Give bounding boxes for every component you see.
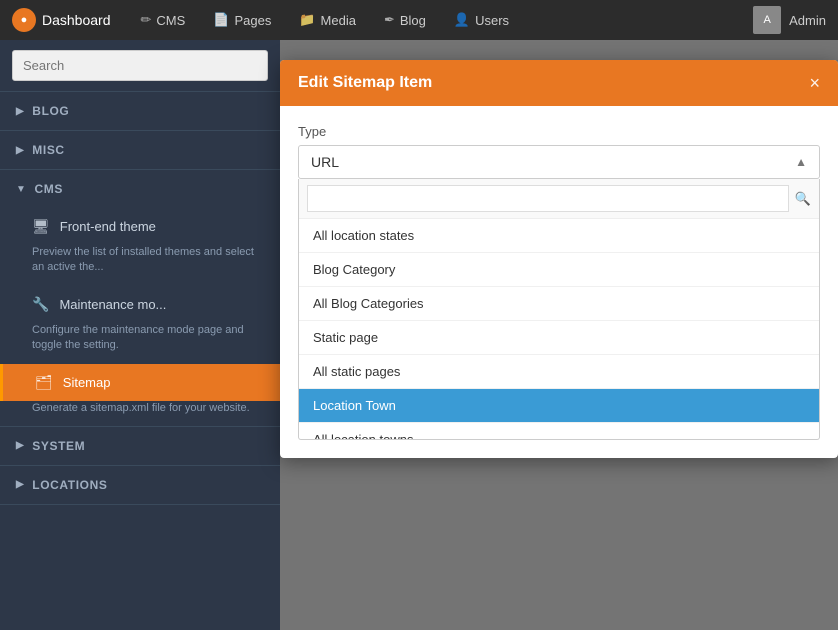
search-icon: 🔍 [795, 191, 811, 207]
dropdown-item-all-static-pages[interactable]: All static pages [299, 355, 819, 389]
sidebar-section-locations-header[interactable]: ▶ LOCATIONS [0, 466, 280, 504]
sidebar-item-sitemap-desc: Generate a sitemap.xml file for your web… [0, 401, 280, 426]
pages-icon: 📄 [213, 12, 229, 28]
nav-admin[interactable]: A Admin [753, 6, 826, 34]
chevron-right-icon: ▶ [16, 106, 24, 117]
sidebar-section-system-label: SYSTEM [32, 439, 85, 453]
dropdown-search-input[interactable] [307, 185, 789, 212]
nav-item-blog-label: Blog [400, 13, 426, 28]
nav-item-media-label: Media [321, 13, 356, 28]
type-select-value: URL [311, 154, 339, 170]
edit-sitemap-modal: Edit Sitemap Item × Type URL ▲ [280, 60, 838, 458]
media-icon: 📁 [299, 12, 315, 28]
sitemap-icon: 🗂 [35, 374, 53, 391]
sidebar-section-misc: ▶ MISC [0, 131, 280, 170]
sidebar-item-frontend-theme-desc: Preview the list of installed themes and… [0, 245, 280, 286]
search-input[interactable] [12, 50, 268, 81]
brand-label: Dashboard [42, 12, 111, 28]
dropdown-item-all-location-towns[interactable]: All location towns [299, 423, 819, 439]
dropdown-search-wrap: 🔍 [299, 179, 819, 219]
sidebar-item-sitemap-label: Sitemap [63, 375, 111, 390]
nav-item-pages-label: Pages [234, 13, 271, 28]
dropdown-item-all-blog-categories[interactable]: All Blog Categories [299, 287, 819, 321]
sidebar-section-locations: ▶ LOCATIONS [0, 466, 280, 505]
sidebar-item-sitemap[interactable]: 🗂 Sitemap [0, 364, 280, 401]
nav-item-users[interactable]: 👤 Users [440, 0, 523, 40]
modal-overlay: Edit Sitemap Item × Type URL ▲ [280, 40, 838, 630]
chevron-right-icon-locations: ▶ [16, 479, 24, 490]
type-dropdown: 🔍 All location states Blog Category All … [298, 179, 820, 440]
sidebar-section-system-header[interactable]: ▶ SYSTEM [0, 427, 280, 465]
sidebar-section-cms-label: CMS [35, 182, 63, 196]
type-label: Type [298, 124, 820, 139]
sidebar-section-misc-header[interactable]: ▶ MISC [0, 131, 280, 169]
sidebar-item-maintenance-label: Maintenance mo... [59, 297, 166, 312]
main-content: Edit Sitemap Item × Type URL ▲ [280, 40, 838, 630]
top-navbar: ● Dashboard ✏ CMS 📄 Pages 📁 Media ✒ Blog… [0, 0, 838, 40]
sidebar: ▶ BLOG ▶ MISC ▼ CMS 🖥 Front-end theme Pr… [0, 40, 280, 630]
dropdown-item-blog-category[interactable]: Blog Category [299, 253, 819, 287]
sidebar-section-system: ▶ SYSTEM [0, 427, 280, 466]
frontend-theme-icon: 🖥 [32, 218, 50, 235]
select-chevron-up-icon: ▲ [795, 155, 807, 169]
dropdown-item-location-town[interactable]: Location Town [299, 389, 819, 423]
sidebar-item-frontend-theme[interactable]: 🖥 Front-end theme [0, 208, 280, 245]
modal-close-button[interactable]: × [809, 74, 820, 92]
cms-icon: ✏ [141, 12, 152, 28]
blog-icon: ✒ [384, 12, 395, 28]
nav-item-media[interactable]: 📁 Media [285, 0, 370, 40]
sidebar-section-blog-label: BLOG [32, 104, 69, 118]
nav-item-cms[interactable]: ✏ CMS [127, 0, 200, 40]
sidebar-section-blog-header[interactable]: ▶ BLOG [0, 92, 280, 130]
chevron-right-icon-system: ▶ [16, 440, 24, 451]
admin-label: Admin [789, 13, 826, 28]
maintenance-icon: 🔧 [32, 296, 49, 313]
dropdown-item-static-page[interactable]: Static page [299, 321, 819, 355]
dropdown-list: All location states Blog Category All Bl… [299, 219, 819, 439]
admin-avatar: A [753, 6, 781, 34]
chevron-down-icon-cms: ▼ [16, 184, 27, 195]
modal-title: Edit Sitemap Item [298, 74, 432, 92]
nav-items: ✏ CMS 📄 Pages 📁 Media ✒ Blog 👤 Users [127, 0, 754, 40]
type-select[interactable]: URL ▲ [298, 145, 820, 179]
nav-item-pages[interactable]: 📄 Pages [199, 0, 285, 40]
nav-item-cms-label: CMS [156, 13, 185, 28]
nav-item-users-label: Users [475, 13, 509, 28]
sidebar-item-maintenance-mode[interactable]: 🔧 Maintenance mo... [0, 286, 280, 323]
users-icon: 👤 [454, 12, 470, 28]
sidebar-item-frontend-theme-label: Front-end theme [60, 219, 156, 234]
sidebar-search-container [0, 40, 280, 92]
dropdown-item-all-location-states[interactable]: All location states [299, 219, 819, 253]
modal-body: Type URL ▲ 🔍 A [280, 106, 838, 458]
chevron-right-icon-misc: ▶ [16, 145, 24, 156]
nav-brand[interactable]: ● Dashboard [12, 8, 111, 32]
nav-item-blog[interactable]: ✒ Blog [370, 0, 440, 40]
sidebar-section-misc-label: MISC [32, 143, 64, 157]
sidebar-item-maintenance-desc: Configure the maintenance mode page and … [0, 323, 280, 364]
main-layout: ▶ BLOG ▶ MISC ▼ CMS 🖥 Front-end theme Pr… [0, 40, 838, 630]
sidebar-section-cms-header[interactable]: ▼ CMS [0, 170, 280, 208]
brand-icon: ● [12, 8, 36, 32]
sidebar-section-locations-label: LOCATIONS [32, 478, 107, 492]
sidebar-section-cms: ▼ CMS 🖥 Front-end theme Preview the list… [0, 170, 280, 427]
sidebar-section-blog: ▶ BLOG [0, 92, 280, 131]
modal-header: Edit Sitemap Item × [280, 60, 838, 106]
type-select-wrapper: URL ▲ 🔍 All location states Blog Cat [298, 145, 820, 440]
